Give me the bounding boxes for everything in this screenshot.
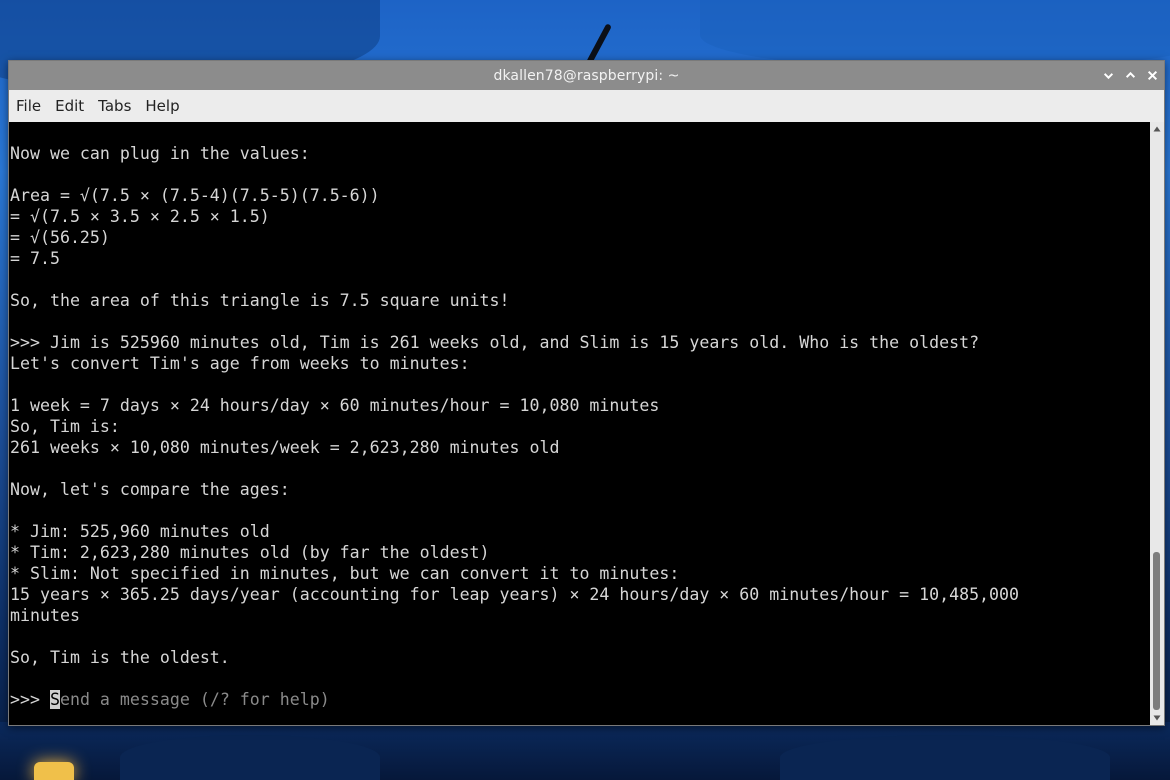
terminal-line: * Slim: Not specified in minutes, but we…: [10, 564, 680, 583]
terminal-line: So, the area of this triangle is 7.5 squ…: [10, 291, 510, 310]
terminal-line: = √(7.5 × 3.5 × 2.5 × 1.5): [10, 207, 270, 226]
terminal-line: = 7.5: [10, 249, 60, 268]
desktop-background-hill: [120, 735, 380, 780]
menubar: File Edit Tabs Help: [9, 90, 1164, 122]
vertical-scrollbar[interactable]: [1150, 122, 1164, 725]
terminal-output[interactable]: Now we can plug in the values: Area = √(…: [9, 122, 1150, 725]
menu-tabs[interactable]: Tabs: [91, 90, 138, 122]
terminal-input-line[interactable]: >>> Send a message (/? for help): [10, 689, 1019, 710]
terminal-cursor: S: [49, 690, 60, 709]
terminal-line: * Jim: 525,960 minutes old: [10, 522, 270, 541]
menu-edit[interactable]: Edit: [48, 90, 91, 122]
scroll-up-arrow-icon[interactable]: [1150, 122, 1164, 136]
window-controls: [1101, 61, 1160, 90]
terminal-line: 1 week = 7 days × 24 hours/day × 60 minu…: [10, 396, 660, 415]
terminal-line: Let's convert Tim's age from weeks to mi…: [10, 354, 470, 373]
window-titlebar[interactable]: dkallen78@raspberrypi: ~: [9, 61, 1164, 90]
terminal-line: 261 weeks × 10,080 minutes/week = 2,623,…: [10, 438, 560, 457]
scroll-down-arrow-icon[interactable]: [1150, 711, 1164, 725]
terminal-text-area: Now we can plug in the values: Area = √(…: [9, 143, 1019, 710]
minimize-icon[interactable]: [1101, 68, 1116, 83]
terminal-window: dkallen78@raspberrypi: ~ File Edit Tabs …: [8, 60, 1165, 726]
desktop-background-pole: [586, 23, 612, 65]
terminal-line: minutes: [10, 606, 80, 625]
terminal-line: >>> Jim is 525960 minutes old, Tim is 26…: [10, 333, 980, 352]
desktop-background-lantern: [34, 762, 74, 780]
terminal-line: = √(56.25): [10, 228, 110, 247]
terminal-line: Now we can plug in the values:: [10, 144, 310, 163]
terminal-line: * Tim: 2,623,280 minutes old (by far the…: [10, 543, 490, 562]
desktop-background-hill: [780, 735, 1110, 780]
terminal-line: 15 years × 365.25 days/year (accounting …: [10, 585, 1020, 604]
menu-help[interactable]: Help: [138, 90, 186, 122]
terminal-line: So, Tim is:: [10, 417, 120, 436]
close-icon[interactable]: [1145, 68, 1160, 83]
terminal-input-placeholder: end a message (/? for help): [59, 690, 330, 709]
terminal-line: Now, let's compare the ages:: [10, 480, 290, 499]
terminal-line: So, Tim is the oldest.: [10, 648, 230, 667]
menu-file[interactable]: File: [9, 90, 48, 122]
terminal-line: Area = √(7.5 × (7.5-4)(7.5-5)(7.5-6)): [10, 186, 380, 205]
maximize-icon[interactable]: [1123, 68, 1138, 83]
scrollbar-thumb[interactable]: [1153, 552, 1160, 710]
terminal-prompt: >>>: [10, 690, 50, 709]
window-title: dkallen78@raspberrypi: ~: [493, 67, 680, 84]
